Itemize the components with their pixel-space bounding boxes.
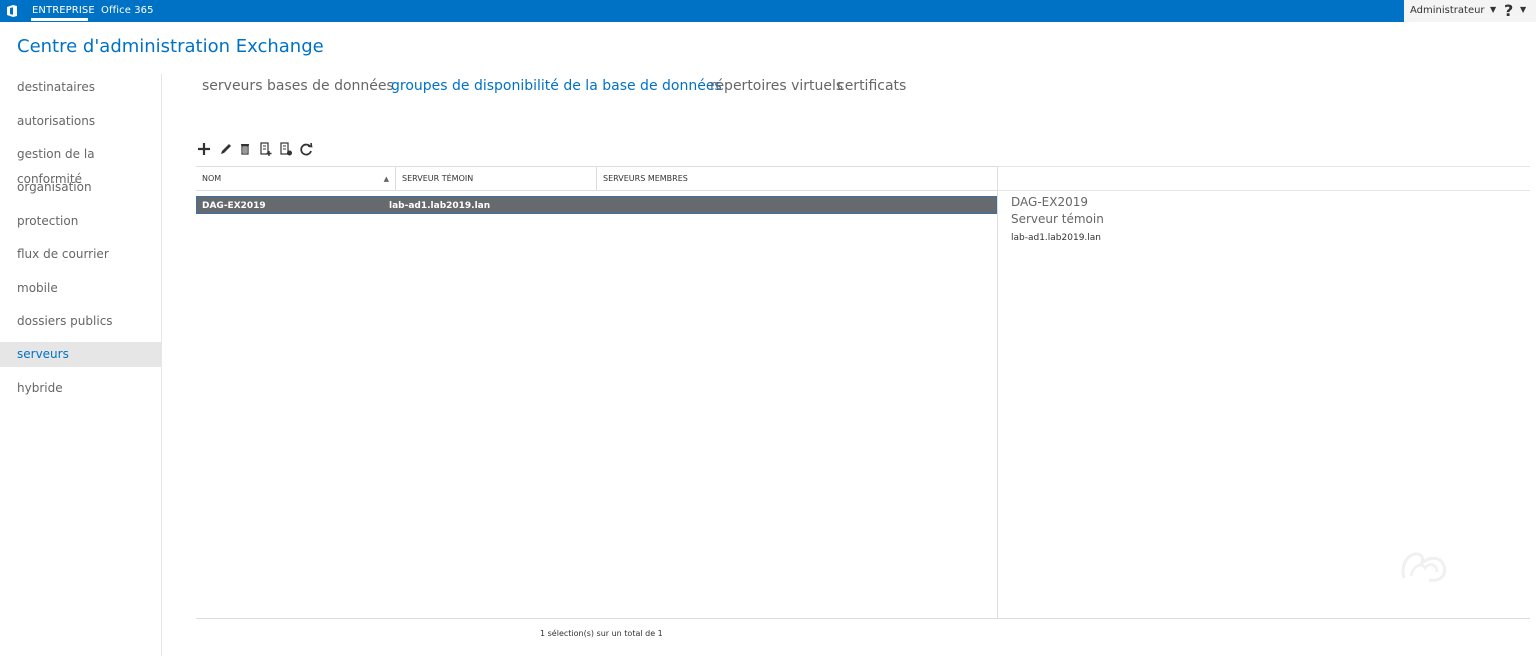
refresh-icon[interactable] — [298, 141, 314, 157]
cell-nom: DAG-EX2019 — [202, 201, 266, 211]
edit-icon[interactable] — [218, 141, 234, 157]
user-area: Administrateur ▼ ? ▼ — [1404, 0, 1536, 22]
details-title: DAG-EX2019 — [1011, 195, 1088, 209]
tab-certificats[interactable]: certificats — [837, 78, 906, 94]
active-link-indicator — [31, 18, 88, 21]
tab-serveurs[interactable]: serveurs — [202, 78, 262, 94]
watermark-logo — [1401, 552, 1447, 582]
office-logo-icon[interactable] — [5, 4, 19, 18]
footer-divider — [196, 618, 1530, 619]
add-member-icon[interactable] — [258, 141, 274, 157]
dag-list: NOM ▲ SERVEUR TÉMOIN SERVEURS MEMBRES DA… — [196, 166, 997, 619]
nav-item-dossiers-publics[interactable]: dossiers publics — [0, 309, 161, 334]
nav-item-conformite[interactable]: gestion de la conformité — [0, 142, 161, 186]
column-header-nom[interactable]: NOM ▲ — [196, 167, 396, 191]
column-header-serveur-temoin[interactable]: SERVEUR TÉMOIN — [396, 167, 597, 191]
chevron-down-icon[interactable]: ▼ — [1490, 5, 1496, 14]
help-icon[interactable]: ? — [1504, 1, 1513, 20]
nav-item-autorisations[interactable]: autorisations — [0, 109, 161, 134]
grid-header: NOM ▲ SERVEUR TÉMOIN SERVEURS MEMBRES — [196, 166, 997, 191]
details-top-border — [998, 166, 1530, 167]
tab-repertoires-virtuels[interactable]: répertoires virtuels — [710, 78, 843, 94]
manage-membership-icon[interactable] — [278, 141, 294, 157]
selection-status: 1 sélection(s) sur un total de 1 — [540, 629, 663, 638]
delete-icon[interactable] — [237, 141, 253, 157]
nav-item-serveurs[interactable]: serveurs — [0, 342, 161, 367]
column-header-serveurs-membres[interactable]: SERVEURS MEMBRES — [597, 167, 997, 191]
top-bar: ENTREPRISE Office 365 Administrateur ▼ ?… — [0, 0, 1536, 22]
tab-bases-de-donnees[interactable]: bases de données — [267, 78, 394, 94]
left-navigation: destinataires autorisations gestion de l… — [0, 74, 162, 656]
page-title: Centre d'administration Exchange — [17, 36, 324, 57]
details-header-divider — [998, 190, 1530, 191]
nav-item-organisation[interactable]: organisation — [0, 175, 161, 200]
nav-item-mobile[interactable]: mobile — [0, 276, 161, 301]
pane-divider — [997, 166, 998, 619]
entreprise-link[interactable]: ENTREPRISE — [32, 5, 95, 16]
details-pane: DAG-EX2019 Serveur témoin lab-ad1.lab201… — [1011, 195, 1511, 243]
user-menu[interactable]: Administrateur — [1410, 5, 1485, 16]
nav-item-hybride[interactable]: hybride — [0, 376, 161, 401]
office365-link[interactable]: Office 365 — [101, 5, 154, 16]
details-label: Serveur témoin — [1011, 212, 1104, 226]
nav-item-flux-courrier[interactable]: flux de courrier — [0, 242, 161, 267]
nav-item-destinataires[interactable]: destinataires — [0, 75, 161, 100]
column-header-label: NOM — [202, 174, 222, 183]
chevron-down-icon[interactable]: ▼ — [1520, 5, 1526, 14]
table-row[interactable]: DAG-EX2019 lab-ad1.lab2019.lan — [196, 196, 997, 214]
nav-item-protection[interactable]: protection — [0, 209, 161, 234]
details-value: lab-ad1.lab2019.lan — [1011, 233, 1102, 243]
cell-serveur-temoin: lab-ad1.lab2019.lan — [389, 201, 491, 211]
add-icon[interactable] — [196, 141, 212, 157]
sort-ascending-icon: ▲ — [383, 175, 389, 183]
tab-groupes-disponibilite[interactable]: groupes de disponibilité de la base de d… — [391, 78, 722, 94]
